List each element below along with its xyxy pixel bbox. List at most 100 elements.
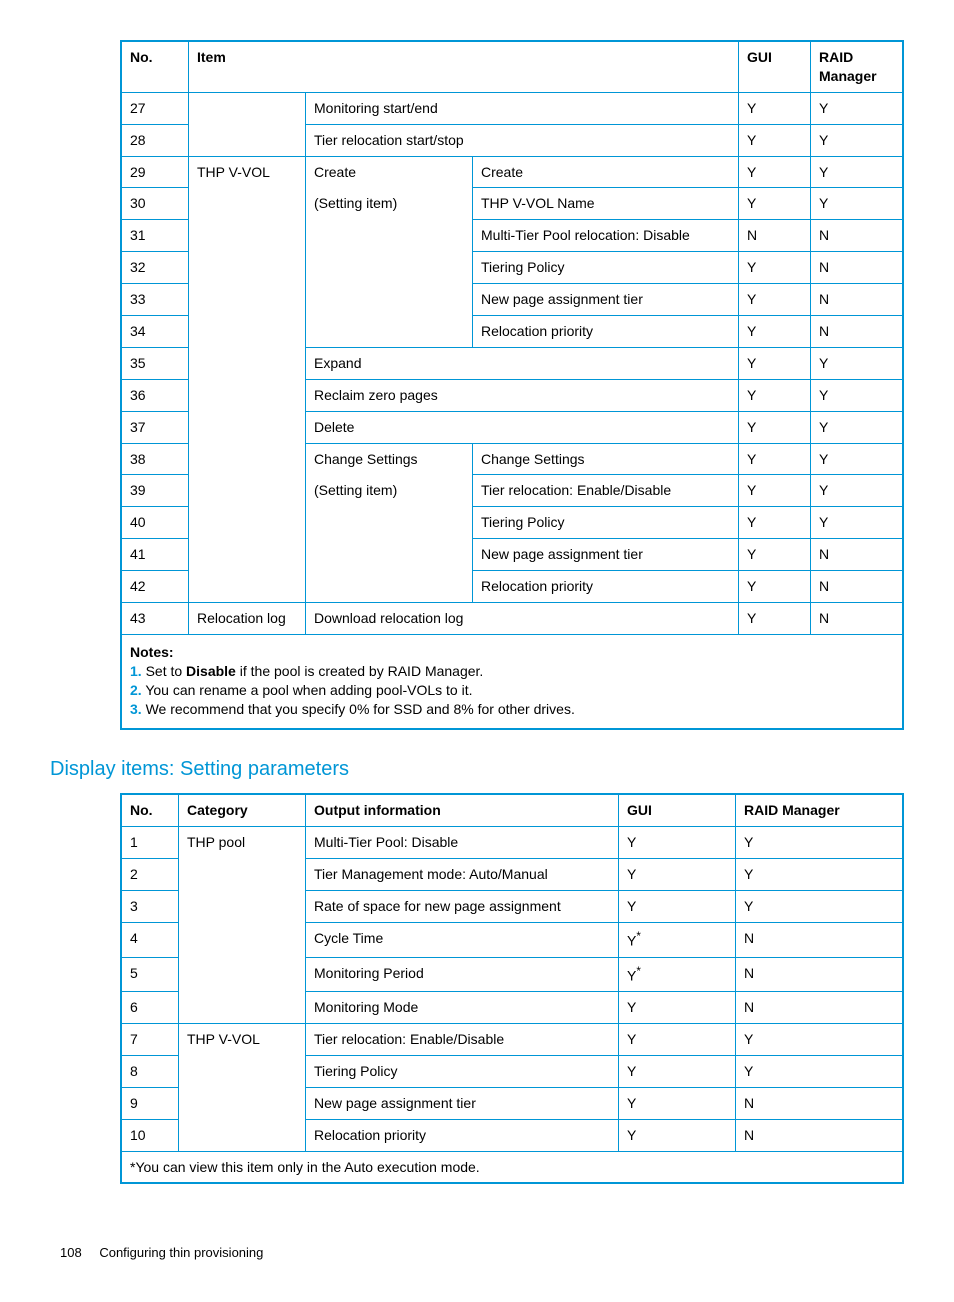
cell-gui: Y	[619, 827, 736, 859]
cell-detail: Create	[473, 156, 739, 188]
cell-no: 41	[121, 539, 189, 571]
table-row: 2 Tier Management mode: Auto/Manual Y Y	[121, 859, 903, 891]
cell-no: 42	[121, 571, 189, 603]
table-row: 8 Tiering Policy Y Y	[121, 1055, 903, 1087]
cell-raid: Y	[811, 443, 904, 475]
cell-item: THP V-VOL	[189, 156, 306, 188]
cell-sub	[306, 220, 473, 252]
cell-detail: Tier relocation: Enable/Disable	[473, 475, 739, 507]
cell-sub: Change Settings	[306, 443, 473, 475]
cell-raid: N	[736, 923, 904, 958]
cell-raid: N	[811, 316, 904, 348]
cell-item	[189, 220, 306, 252]
table-row: 43 Relocation log Download relocation lo…	[121, 603, 903, 635]
cell-category: THP pool	[179, 827, 306, 859]
table-header-row: No. Item GUI RAID Manager	[121, 41, 903, 92]
table-row: 27 Monitoring start/end Y Y	[121, 92, 903, 124]
cell-gui: Y	[739, 316, 811, 348]
cell-no: 28	[121, 124, 189, 156]
cell-gui: Y	[619, 1024, 736, 1056]
cell-raid: Y	[736, 1055, 904, 1087]
table-row: 39 (Setting item) Tier relocation: Enabl…	[121, 475, 903, 507]
cell-output: Multi-Tier Pool: Disable	[306, 827, 619, 859]
cell-raid: Y	[736, 891, 904, 923]
cell-gui: Y	[739, 539, 811, 571]
notes-title: Notes:	[130, 644, 174, 660]
cell-gui: Y	[739, 284, 811, 316]
cell-item	[189, 507, 306, 539]
cell-gui: Y	[739, 411, 811, 443]
cell-gui: Y	[739, 252, 811, 284]
cell-item	[189, 347, 306, 379]
table-row: 5 Monitoring Period Y* N	[121, 957, 903, 992]
cell-item	[189, 379, 306, 411]
cell-output: Tier relocation: Enable/Disable	[306, 1024, 619, 1056]
cell-sub: (Setting item)	[306, 188, 473, 220]
col-category: Category	[179, 794, 306, 826]
cell-no: 33	[121, 284, 189, 316]
col-gui: GUI	[739, 41, 811, 92]
cell-category	[179, 923, 306, 958]
col-no: No.	[121, 41, 189, 92]
cell-sub	[306, 539, 473, 571]
notes-cell: Notes: 1. Set to Disable if the pool is …	[121, 634, 903, 729]
cell-gui: Y	[619, 1119, 736, 1151]
cell-gui: Y	[619, 1087, 736, 1119]
cell-no: 5	[121, 957, 179, 992]
cell-no: 29	[121, 156, 189, 188]
cell-sub	[306, 284, 473, 316]
table-row: 37 Delete Y Y	[121, 411, 903, 443]
cell-detail: Monitoring start/end	[306, 92, 739, 124]
cell-detail: Tier relocation start/stop	[306, 124, 739, 156]
cell-gui: Y	[739, 124, 811, 156]
table-row: 36 Reclaim zero pages Y Y	[121, 379, 903, 411]
cell-raid: Y	[811, 188, 904, 220]
cell-raid: N	[811, 539, 904, 571]
table-row: 7 THP V-VOL Tier relocation: Enable/Disa…	[121, 1024, 903, 1056]
cell-gui: Y	[739, 603, 811, 635]
cell-no: 38	[121, 443, 189, 475]
cell-gui: Y	[619, 859, 736, 891]
note-number-icon: 3.	[130, 701, 142, 717]
note-number-icon: 2.	[130, 682, 142, 698]
note-text-post: if the pool is created by RAID Manager.	[236, 663, 483, 679]
cell-item	[189, 443, 306, 475]
cell-item	[189, 284, 306, 316]
cell-item	[189, 252, 306, 284]
cell-detail: Expand	[306, 347, 739, 379]
cell-detail: New page assignment tier	[473, 539, 739, 571]
cell-category	[179, 957, 306, 992]
cell-raid: N	[811, 220, 904, 252]
cell-no: 37	[121, 411, 189, 443]
cell-no: 34	[121, 316, 189, 348]
cell-raid: N	[811, 571, 904, 603]
cell-raid: Y	[811, 124, 904, 156]
cell-detail: Tiering Policy	[473, 507, 739, 539]
cell-item	[189, 411, 306, 443]
note-number-icon: 1.	[130, 663, 142, 679]
cell-detail: Change Settings	[473, 443, 739, 475]
cell-detail: Tiering Policy	[473, 252, 739, 284]
cell-raid: N	[811, 284, 904, 316]
cell-raid: Y	[811, 379, 904, 411]
notes-row: Notes: 1. Set to Disable if the pool is …	[121, 634, 903, 729]
cell-output: Cycle Time	[306, 923, 619, 958]
table-footnote-row: *You can view this item only in the Auto…	[121, 1151, 903, 1183]
cell-no: 6	[121, 992, 179, 1024]
cell-sub: Create	[306, 156, 473, 188]
col-raid: RAID Manager	[811, 41, 904, 92]
cell-no: 36	[121, 379, 189, 411]
cell-item	[189, 188, 306, 220]
cell-no: 3	[121, 891, 179, 923]
cell-detail: THP V-VOL Name	[473, 188, 739, 220]
cell-no: 30	[121, 188, 189, 220]
page-footer: 108 Configuring thin provisioning	[50, 1244, 904, 1262]
table-row: 28 Tier relocation start/stop Y Y	[121, 124, 903, 156]
cell-item	[189, 92, 306, 124]
cell-raid: N	[736, 1087, 904, 1119]
table-row: 31 Multi-Tier Pool relocation: Disable N…	[121, 220, 903, 252]
cell-no: 4	[121, 923, 179, 958]
cell-item	[189, 571, 306, 603]
cell-detail: New page assignment tier	[473, 284, 739, 316]
cell-detail: Delete	[306, 411, 739, 443]
